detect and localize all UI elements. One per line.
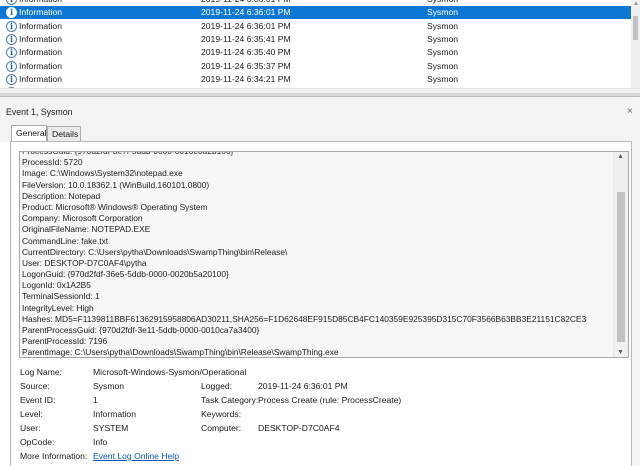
source-label: Source:	[20, 381, 50, 391]
event-source: Sysmon	[427, 33, 459, 44]
event-datetime: 2019-11-24 6:36:01 PM	[201, 7, 291, 18]
event-log-online-help-link[interactable]: Event Log Online Help	[93, 450, 179, 462]
description-line: Image: C:\Windows\System32\notepad.exe	[22, 168, 183, 179]
event-level: Information	[19, 60, 62, 71]
event-source: Sysmon	[427, 7, 459, 18]
tab-details[interactable]: Details	[47, 126, 81, 141]
event-source: Sysmon	[427, 73, 459, 84]
description-line: ParentImage: C:\Users\pytha\Downloads\Sw…	[22, 347, 339, 358]
more-information-label: More Information:	[20, 451, 88, 461]
event-row[interactable]: Information 2019-11-24 6:35:37 PM Sysmon	[0, 60, 631, 73]
information-icon	[6, 7, 17, 19]
description-line: User: DESKTOP-D7C0AF4\pytha	[22, 257, 147, 268]
information-icon	[6, 0, 17, 5]
event-source: Sysmon	[427, 20, 459, 31]
event-id-value: 1	[93, 395, 98, 405]
user-label: User:	[20, 423, 41, 433]
detail-pane-scrollbar[interactable]	[632, 97, 640, 466]
event-row[interactable]: Information 2019-11-24 6:34:21 PM Sysmon	[0, 73, 631, 86]
event-datetime: 2019-11-24 6:35:41 PM	[201, 33, 291, 44]
event-row[interactable]: Information 2019-11-24 6:35:40 PM Sysmon	[0, 46, 631, 59]
event-datetime: 2019-11-24 6:36:01 PM	[201, 0, 291, 6]
event-id-label: Event ID:	[20, 395, 56, 405]
opcode-value: Info	[93, 437, 108, 447]
task-category-value: Process Create (rule: ProcessCreate)	[258, 395, 402, 405]
event-datetime: 2019-11-24 6:35:37 PM	[201, 60, 291, 71]
list-scroll-thumb[interactable]	[633, 16, 638, 40]
description-line: LogonGuid: {970d2fdf-36e5-5ddb-0000-0020…	[22, 269, 229, 280]
event-row[interactable]: Information 2019-11-24 6:35:41 PM Sysmon	[0, 33, 631, 46]
description-line: IntegrityLevel: High	[22, 302, 94, 313]
event-properties: Log Name: Microsoft-Windows-Sysmon/Opera…	[0, 362, 640, 466]
list-vertical-scrollbar[interactable]: ▲	[631, 0, 640, 88]
tab-general[interactable]: General	[11, 125, 47, 142]
description-scrollbar[interactable]: ▲ ▼	[613, 152, 628, 357]
computer-value: DESKTOP-D7C0AF4	[258, 423, 340, 433]
description-line: Hashes: MD5=F1139811BBF61362915958806AD3…	[22, 313, 587, 324]
scroll-down-arrow-icon[interactable]: ▼	[617, 349, 624, 356]
description-line: FileVersion: 10.0.18362.1 (WinBuild.1601…	[22, 179, 210, 190]
keywords-label: Keywords:	[201, 409, 242, 419]
description-line: CommandLine: fake.txt	[22, 235, 109, 246]
logged-value: 2019-11-24 6:36:01 PM	[258, 381, 348, 391]
description-line: Description: Notepad	[22, 190, 101, 201]
event-level: Information	[19, 7, 62, 18]
description-line: LogonId: 0x1A2B5	[22, 280, 91, 291]
event-datetime: 2019-11-24 6:35:40 PM	[201, 47, 291, 58]
information-icon	[6, 60, 17, 72]
event-datetime: 2019-11-24 6:34:21 PM	[201, 73, 291, 84]
event-source: Sysmon	[427, 60, 459, 71]
event-detail-header: Event 1, Sysmon ×	[0, 97, 640, 123]
log-name-label: Log Name:	[20, 367, 63, 377]
event-row[interactable]: Information 2019-11-24 6:36:01 PM Sysmon	[0, 0, 631, 6]
computer-label: Computer:	[201, 423, 242, 433]
event-detail-title: Event 1, Sysmon	[6, 107, 73, 117]
logged-label: Logged:	[201, 381, 233, 391]
event-level: Information	[19, 73, 62, 84]
description-line: CurrentDirectory: C:\Users\pytha\Downloa…	[22, 246, 288, 257]
description-line: TerminalSessionId: 1	[22, 291, 100, 302]
event-datetime: 2019-11-24 6:36:01 PM	[201, 20, 291, 31]
information-icon	[6, 20, 17, 32]
event-row-selected[interactable]: Information 2019-11-24 6:36:01 PM Sysmon	[0, 6, 631, 20]
description-line: ParentProcessId: 7196	[22, 336, 108, 347]
level-label: Level:	[20, 409, 43, 419]
event-description-box[interactable]: ProcessGuid: {970d2fdf-3e7f-5ddb-0000-00…	[19, 151, 629, 358]
user-value: SYSTEM	[93, 423, 129, 433]
information-icon	[6, 73, 17, 85]
information-icon	[6, 47, 17, 59]
opcode-label: OpCode:	[20, 437, 55, 447]
description-line: OriginalFileName: NOTEPAD.EXE	[22, 224, 151, 235]
scroll-up-arrow-icon[interactable]: ▲	[633, 1, 639, 7]
event-source: Sysmon	[427, 0, 458, 6]
event-source: Sysmon	[427, 47, 459, 58]
description-scroll-thumb[interactable]	[617, 192, 625, 342]
tab-strip: General Details	[0, 122, 640, 142]
log-name-value: Microsoft-Windows-Sysmon/Operational	[93, 367, 247, 377]
information-icon	[6, 33, 17, 45]
description-line: Company: Microsoft Corporation	[22, 213, 143, 224]
event-level: Information	[19, 47, 62, 58]
scroll-up-arrow-icon[interactable]: ▲	[617, 153, 624, 160]
source-value: Sysmon	[93, 381, 125, 391]
description-line: ParentProcessGuid: {970d2fdf-3e11-5ddb-0…	[22, 325, 260, 335]
event-level: Information	[19, 0, 62, 6]
event-list[interactable]: Information2019-11-24 6:36:01 PMSysmonIn…	[0, 0, 640, 88]
event-level: Information	[19, 20, 62, 31]
description-line: Product: Microsoft® Windows® Operating S…	[22, 201, 208, 212]
event-level: Information	[19, 33, 62, 44]
level-value: Information	[93, 409, 136, 419]
description-line: ProcessId: 5720	[22, 157, 83, 168]
task-category-label: Task Category:	[201, 395, 259, 405]
event-row[interactable]: Information 2019-11-24 6:36:01 PM Sysmon	[0, 20, 631, 33]
